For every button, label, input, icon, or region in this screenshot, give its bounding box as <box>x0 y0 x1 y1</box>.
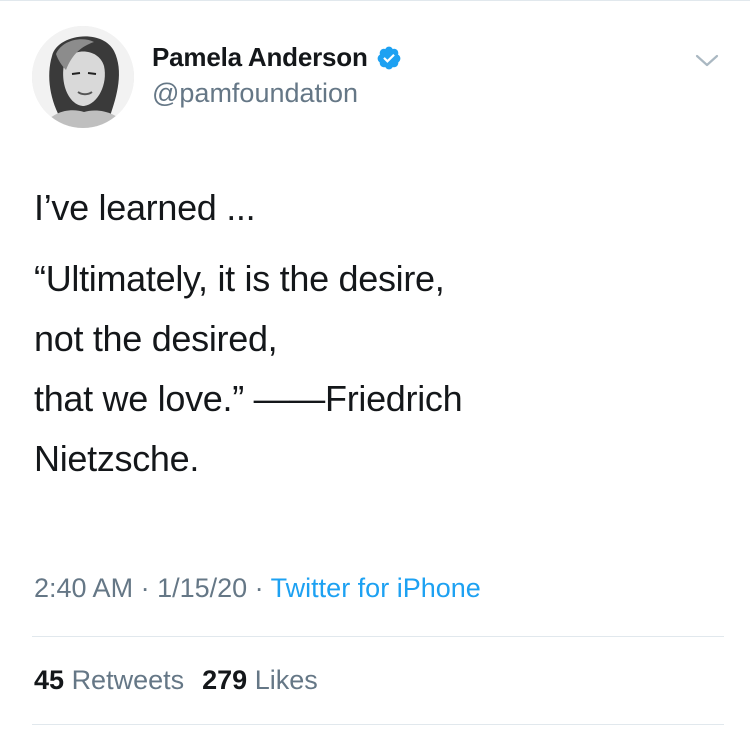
likes-label: Likes <box>254 665 318 695</box>
handle[interactable]: @pamfoundation <box>152 78 358 109</box>
author-name-row[interactable]: Pamela Anderson <box>152 42 402 73</box>
tweet-meta: 2:40 AM · 1/15/20 · Twitter for iPhone <box>34 573 481 604</box>
retweets-count: 45 <box>34 665 65 695</box>
tweet-line: I’ve learned ... <box>34 187 256 228</box>
likes-count: 279 <box>202 665 248 695</box>
avatar-photo <box>32 26 134 128</box>
tweet-line: “Ultimately, it is the desire, <box>34 258 445 299</box>
tweet-line: that we love.” ——Friedrich <box>34 378 463 419</box>
avatar[interactable] <box>32 26 134 128</box>
tweet-source-link[interactable]: Twitter for iPhone <box>271 573 481 603</box>
tweet-time[interactable]: 2:40 AM <box>34 573 133 603</box>
tweet-line: not the desired, <box>34 318 278 359</box>
divider <box>32 636 724 637</box>
retweets-label: Retweets <box>71 665 185 695</box>
tweet-text: I’ve learned ... “Ultimately, it is the … <box>34 178 714 489</box>
display-name[interactable]: Pamela Anderson <box>152 42 368 73</box>
meta-separator: · <box>133 573 158 603</box>
tweet-line: Nietzsche. <box>34 438 200 479</box>
tweet-date[interactable]: 1/15/20 <box>157 573 247 603</box>
likes-stat[interactable]: 279 Likes <box>202 665 318 695</box>
chevron-down-icon[interactable] <box>694 50 720 70</box>
meta-separator: · <box>247 573 271 603</box>
retweets-stat[interactable]: 45 Retweets <box>34 665 184 695</box>
tweet-stats: 45 Retweets 279 Likes <box>34 665 318 696</box>
top-border <box>0 0 750 1</box>
divider <box>32 724 724 725</box>
verified-badge-icon <box>377 46 401 69</box>
